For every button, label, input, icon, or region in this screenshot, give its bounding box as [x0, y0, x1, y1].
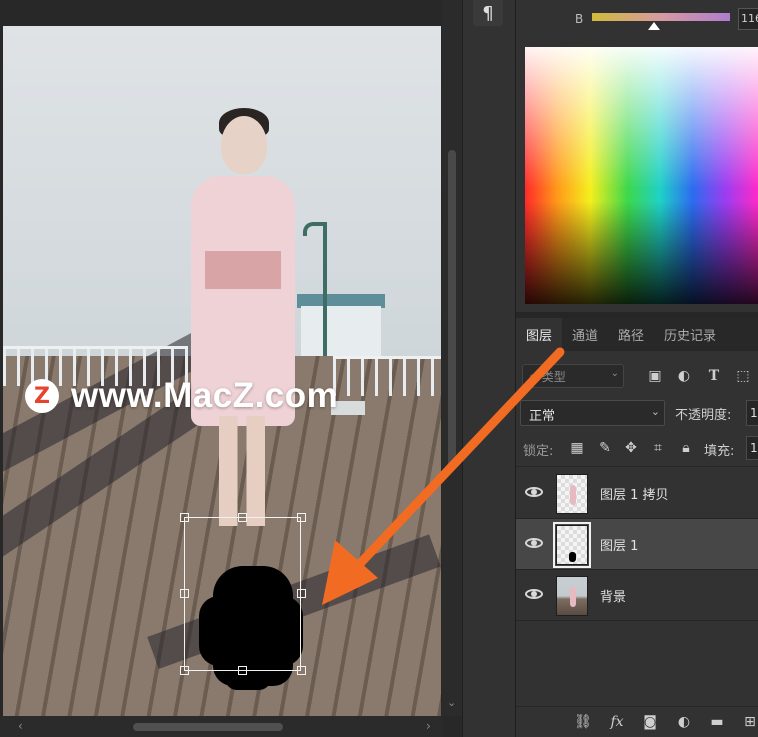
paragraph-icon: ¶ — [482, 2, 494, 24]
tab-history[interactable]: 历史记录 — [654, 318, 726, 351]
image-filter-icon[interactable]: ▣ — [646, 367, 664, 385]
fill-label: 填充: — [704, 444, 735, 459]
search-icon: ⌕ — [529, 368, 536, 383]
transform-handle-top-right[interactable] — [297, 513, 306, 522]
transform-handle-left[interactable] — [180, 589, 189, 598]
b-channel-slider[interactable] — [592, 13, 730, 21]
horizontal-scroll-thumb[interactable] — [133, 723, 283, 731]
lock-position-icon[interactable]: ✥ — [622, 439, 640, 457]
watermark: Z www.MacZ.com — [25, 376, 338, 416]
blend-row: 正常 ⌄ 不透明度: 100% — [516, 398, 758, 428]
pier-railing-right — [333, 356, 441, 396]
vertical-scroll-thumb[interactable] — [448, 150, 456, 470]
layer-filter-row: ⌕ 类型 ⌄ ▣ ◐ T ⬚ — [516, 360, 758, 392]
fill-input[interactable]: 100% — [746, 436, 758, 460]
lock-label: 锁定: — [523, 444, 554, 459]
opacity-input[interactable]: 100% — [746, 400, 758, 426]
layer-thumbnail — [556, 576, 588, 616]
document-canvas-area[interactable]: Z www.MacZ.com ‹ › ⌄ — [0, 0, 462, 737]
color-slider-area: B 116 — [516, 0, 758, 42]
layer-row[interactable]: 图层 1 拷贝 — [516, 468, 758, 519]
visibility-eye-icon[interactable] — [525, 536, 543, 550]
lock-transparency-icon[interactable]: ▦ — [568, 439, 586, 457]
new-group-folder-icon[interactable]: ▬ — [707, 713, 727, 731]
watermark-text: www.MacZ.com — [71, 376, 339, 415]
layer-row[interactable]: 背景 — [516, 570, 758, 621]
lock-row: 锁定: ▦ ✎ ✥ ⌗ 🔒︎ 填充: 100% — [516, 434, 758, 462]
transform-handle-bottom-right[interactable] — [297, 666, 306, 675]
model-figure — [183, 86, 303, 536]
layer-name[interactable]: 图层 1 — [600, 535, 638, 554]
lock-artboard-icon[interactable]: ⌗ — [649, 439, 667, 457]
blend-mode-value: 正常 — [529, 409, 556, 424]
layer-name[interactable]: 背景 — [600, 586, 626, 605]
horizontal-scrollbar[interactable]: ‹ › — [0, 716, 442, 737]
adjustment-filter-icon[interactable]: ◐ — [675, 367, 693, 385]
watermark-logo: Z — [25, 379, 59, 413]
transform-handle-right[interactable] — [297, 589, 306, 598]
model-legs — [219, 416, 265, 526]
adjustment-layer-icon[interactable]: ◐ — [674, 713, 694, 731]
layer-row-selected[interactable]: 图层 1 — [516, 519, 758, 570]
visibility-eye-icon[interactable] — [525, 587, 543, 601]
shape-filter-icon[interactable]: ⬚ — [734, 367, 752, 385]
right-panel-column: B 116 图层 通道 路径 历史记录 ⌕ 类型 ⌄ ▣ ◐ T ⬚ 正常 ⌄ … — [516, 0, 758, 737]
transform-handle-top-left[interactable] — [180, 513, 189, 522]
model-belt — [205, 251, 281, 289]
tab-channels[interactable]: 通道 — [562, 318, 608, 351]
visibility-eye-icon[interactable] — [525, 485, 543, 499]
lamp-post — [323, 226, 327, 356]
paragraph-panel-button[interactable]: ¶ — [473, 0, 503, 26]
layer-kind-filter[interactable]: ⌕ 类型 ⌄ — [522, 364, 624, 388]
b-channel-label: B — [575, 12, 584, 26]
filter-kind-label: 类型 — [541, 369, 566, 384]
blend-mode-select[interactable]: 正常 ⌄ — [520, 400, 665, 426]
model-head — [221, 116, 267, 174]
lock-image-pixels-icon[interactable]: ✎ — [596, 439, 614, 457]
tab-paths[interactable]: 路径 — [608, 318, 654, 351]
transform-handle-top[interactable] — [238, 513, 247, 522]
opacity-label: 不透明度: — [675, 408, 732, 423]
b-slider-knob[interactable] — [648, 22, 661, 30]
chevron-down-icon: ⌄ — [650, 405, 660, 418]
type-filter-icon[interactable]: T — [705, 367, 723, 385]
scroll-left-icon[interactable]: ‹ — [18, 719, 23, 733]
panel-dock-strip: ¶ — [462, 0, 516, 737]
tab-layers[interactable]: 图层 — [516, 318, 563, 351]
transform-handle-bottom[interactable] — [238, 666, 247, 675]
layers-panel-tabs: 图层 通道 路径 历史记录 — [516, 318, 758, 351]
free-transform-box[interactable] — [184, 517, 301, 671]
vertical-scrollbar[interactable]: ⌄ — [442, 0, 462, 716]
layers-bottom-toolbar: ⛓︎ fx ◙ ◐ ▬ ⊞ — [516, 706, 758, 737]
color-spectrum-field[interactable] — [525, 47, 758, 304]
lock-all-icon[interactable]: 🔒︎ — [677, 439, 695, 457]
layer-thumbnail — [556, 474, 588, 514]
new-layer-icon[interactable]: ⊞ — [740, 713, 758, 731]
layer-style-fx-icon[interactable]: fx — [607, 713, 627, 731]
transform-handle-bottom-left[interactable] — [180, 666, 189, 675]
layers-list-empty-area — [516, 622, 758, 708]
b-channel-value[interactable]: 116 — [738, 8, 758, 30]
layer-name[interactable]: 图层 1 拷贝 — [600, 484, 669, 503]
scroll-down-icon[interactable]: ⌄ — [447, 696, 456, 709]
hut — [301, 306, 381, 356]
chevron-down-icon: ⌄ — [610, 368, 619, 379]
scroll-right-icon[interactable]: › — [426, 719, 431, 733]
layer-thumbnail — [553, 522, 591, 568]
add-mask-icon[interactable]: ◙ — [640, 713, 660, 731]
link-layers-icon[interactable]: ⛓︎ — [573, 713, 593, 731]
